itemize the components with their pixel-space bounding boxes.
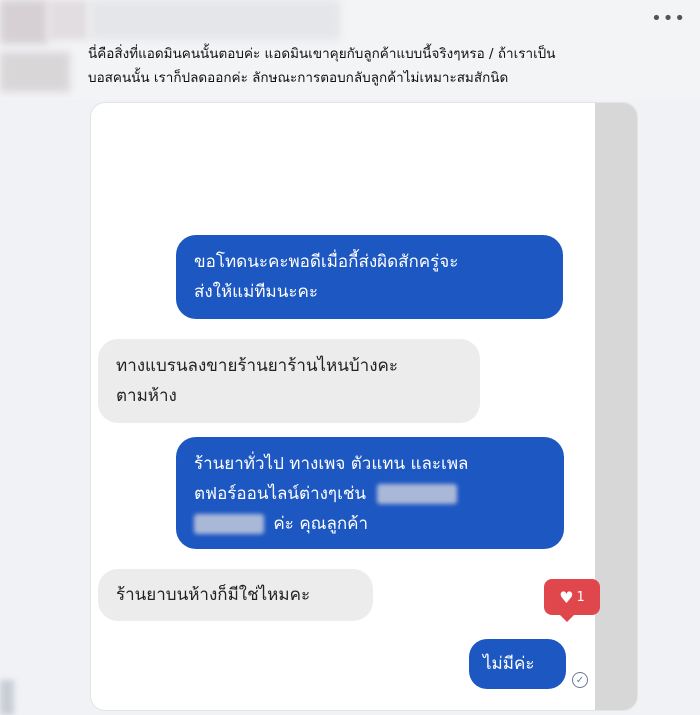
redacted-text	[377, 484, 458, 504]
screenshot-side-strip	[595, 103, 637, 710]
message-incoming-2: ร้านยาบนห้างก็มีใช่ไหมคะ	[98, 569, 373, 621]
caption-line-2: บอสคนนั้น เราก็ปลดออกค่ะ ลักษณะการตอบกลั…	[88, 70, 509, 86]
chat-screenshot-image[interactable]: ขอโทดนะคะพอดีเมื่อกี้ส่งผิดสักครู่จะ ส่ง…	[91, 103, 637, 710]
blurred-name	[48, 0, 88, 40]
message-text: ส่งให้แม่ทีมนะคะ	[194, 282, 319, 302]
message-outgoing-1: ขอโทดนะคะพอดีเมื่อกี้ส่งผิดสักครู่จะ ส่ง…	[176, 235, 563, 319]
message-text: ค่ะ คุณลูกค้า	[273, 514, 369, 534]
avatar[interactable]	[0, 0, 48, 44]
message-text: ขอโทดนะคะพอดีเมื่อกี้ส่งผิดสักครู่จะ	[194, 252, 459, 272]
seen-check-icon: ✓	[572, 672, 588, 688]
more-horizontal-icon[interactable]: •••	[651, 10, 686, 28]
post-header: ••• นี่คือสิ่งที่แอดมินคนนั้นตอบค่ะ แอดม…	[0, 0, 700, 100]
message-outgoing-3: ไม่มีค่ะ	[469, 639, 566, 689]
message-text: ร้านยาทั่วไป ทางเพจ ตัวแทน และเพล	[194, 454, 469, 474]
message-text: ร้านยาบนห้างก็มีใช่ไหมคะ	[116, 585, 311, 605]
blurred-avatar-secondary	[0, 52, 70, 92]
message-outgoing-2: ร้านยาทั่วไป ทางเพจ ตัวแทน และเพล ตฟอร์อ…	[176, 437, 564, 549]
post-caption: นี่คือสิ่งที่แอดมินคนนั้นตอบค่ะ แอดมินเข…	[88, 42, 688, 90]
reaction-count: 1	[576, 589, 585, 605]
message-text: ตามห้าง	[116, 386, 177, 406]
blurred-edge	[0, 680, 14, 715]
blurred-header	[90, 0, 340, 40]
message-incoming-1: ทางแบรนลงขายร้านยาร้านไหนบ้างคะ ตามห้าง	[98, 339, 480, 423]
message-text: ตฟอร์ออนไลน์ต่างๆเช่น	[194, 484, 367, 504]
redacted-text	[194, 514, 264, 534]
message-text: ทางแบรนลงขายร้านยาร้านไหนบ้างคะ	[116, 356, 399, 376]
reaction-badge[interactable]: ♥ 1	[544, 579, 600, 622]
heart-icon: ♥	[559, 587, 574, 607]
message-text: ไม่มีค่ะ	[483, 654, 535, 674]
caption-line-1: นี่คือสิ่งที่แอดมินคนนั้นตอบค่ะ แอดมินเข…	[88, 46, 556, 62]
